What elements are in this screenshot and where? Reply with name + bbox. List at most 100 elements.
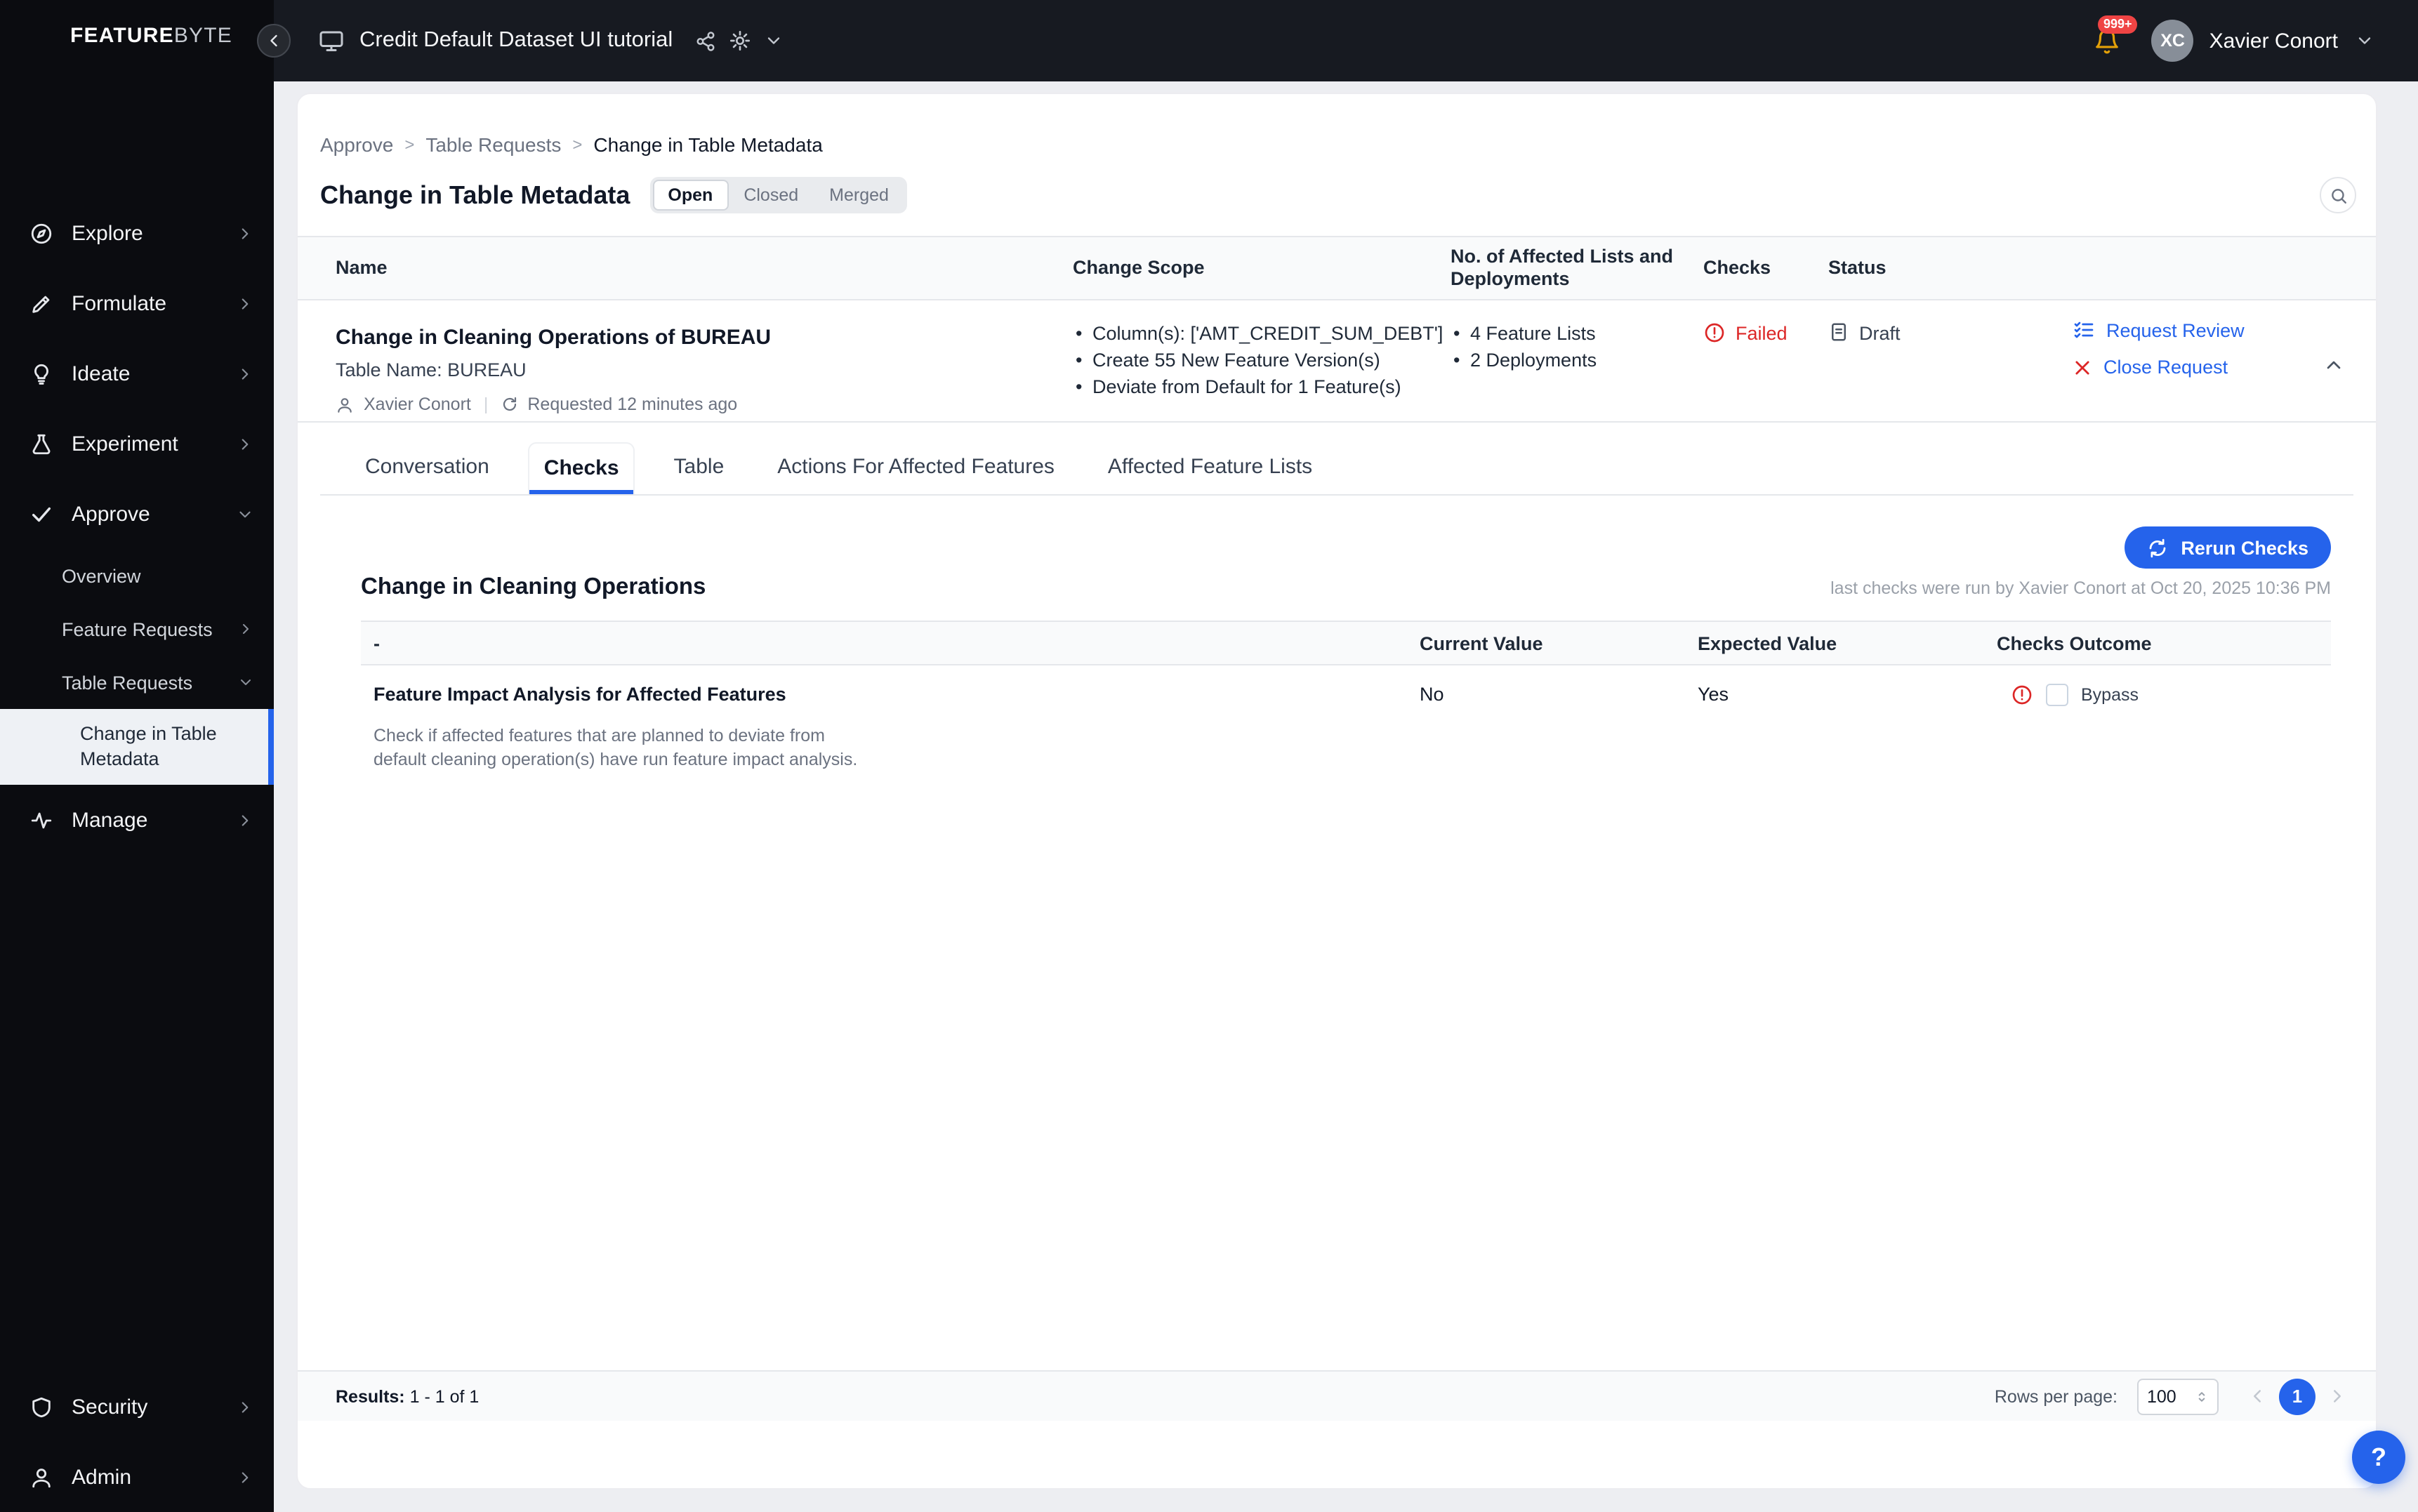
sidebar-item-security[interactable]: Security	[0, 1372, 274, 1442]
sidebar-item-label: Security	[72, 1395, 147, 1419]
chevron-right-icon	[236, 1468, 254, 1486]
sidebar-item-formulate[interactable]: Formulate	[0, 268, 274, 338]
sidebar-item-label: Formulate	[72, 291, 166, 315]
sidebar-collapse-button[interactable]	[257, 24, 291, 58]
sidebar-item-ideate[interactable]: Ideate	[0, 338, 274, 409]
bypass-label: Bypass	[2081, 685, 2139, 705]
sidebar-item-label: Admin	[72, 1465, 131, 1489]
chevron-down-icon	[237, 674, 254, 691]
sidebar-item-experiment[interactable]: Experiment	[0, 409, 274, 479]
breadcrumb-table-requests[interactable]: Table Requests	[425, 133, 561, 156]
request-title[interactable]: Change in Cleaning Operations of BUREAU	[336, 326, 1045, 350]
tab-table[interactable]: Table	[660, 442, 739, 494]
pencil-icon	[29, 291, 53, 315]
chevron-right-icon	[236, 294, 254, 312]
affected-list: 4 Feature Lists 2 Deployments	[1451, 300, 1703, 421]
chevron-up-icon	[2323, 354, 2345, 376]
sidebar-subitem-label: Feature Requests	[62, 618, 213, 639]
affected-item: 4 Feature Lists	[1451, 320, 1703, 347]
error-circle-icon	[1703, 321, 1726, 344]
check-name-cell: Feature Impact Analysis for Affected Fea…	[361, 684, 1420, 772]
request-table-name: Table Name: BUREAU	[336, 359, 1045, 380]
check-icon	[29, 502, 53, 526]
sidebar-item-table-requests[interactable]: Table Requests	[0, 656, 274, 709]
sidebar-item-change-in-table-metadata[interactable]: Change in Table Metadata	[0, 709, 274, 785]
meta-divider: |	[484, 394, 489, 414]
sidebar-bottom: Security Admin	[0, 1372, 274, 1512]
expected-value: Yes	[1698, 684, 1997, 772]
avatar[interactable]: XC	[2152, 20, 2194, 62]
compass-icon	[29, 221, 53, 245]
help-button[interactable]: ?	[2352, 1431, 2405, 1484]
rerun-checks-button[interactable]: Rerun Checks	[2125, 526, 2331, 569]
sidebar-item-overview[interactable]: Overview	[0, 549, 274, 602]
results-count: Results: 1 - 1 of 1	[336, 1386, 479, 1406]
pagination: 1	[2247, 1378, 2348, 1414]
status-badge: Draft	[1859, 321, 1901, 345]
row-collapse-button[interactable]	[2323, 354, 2345, 376]
gear-icon[interactable]	[729, 29, 751, 52]
status-filter: Open Closed Merged	[649, 177, 907, 213]
check-description: Check if affected features that are plan…	[374, 724, 865, 772]
request-review-button[interactable]: Request Review	[2073, 319, 2376, 341]
sidebar-item-manage[interactable]: Manage	[0, 785, 274, 855]
request-row: Change in Cleaning Operations of BUREAU …	[298, 300, 2376, 423]
status-cell: Draft	[1828, 300, 2073, 421]
rows-per-page-select[interactable]: 100	[2137, 1378, 2219, 1414]
page-1-button[interactable]: 1	[2279, 1378, 2315, 1414]
checks-panel: Rerun Checks Change in Cleaning Operatio…	[298, 526, 2376, 772]
user-name: Xavier Conort	[2209, 29, 2338, 53]
stepper-icon	[2195, 1389, 2209, 1403]
breadcrumb: Approve > Table Requests > Change in Tab…	[298, 94, 2376, 156]
checks-cell: Failed	[1703, 300, 1828, 421]
share-icon[interactable]	[695, 30, 716, 51]
content-card: Approve > Table Requests > Change in Tab…	[296, 93, 2377, 1490]
brand-logo[interactable]: FEATUREBYTE	[25, 18, 232, 53]
tab-affected-feature-lists[interactable]: Affected Feature Lists	[1094, 442, 1326, 494]
sidebar-item-label: Approve	[72, 502, 150, 526]
checks-outcome-cell: Bypass	[1997, 684, 2331, 706]
search-button[interactable]	[2320, 177, 2356, 213]
notifications-button[interactable]: 999+	[2094, 27, 2121, 54]
x-icon	[2073, 357, 2092, 377]
notification-badge: 999+	[2098, 15, 2138, 33]
sidebar-item-label: Ideate	[72, 362, 130, 385]
check-name: Feature Impact Analysis for Affected Fea…	[374, 684, 1420, 705]
breadcrumb-separator: >	[572, 135, 582, 154]
filter-merged[interactable]: Merged	[814, 180, 904, 211]
project-chevron-down-icon[interactable]	[764, 31, 784, 51]
sidebar-item-admin[interactable]: Admin	[0, 1442, 274, 1512]
user-menu-chevron-down-icon[interactable]	[2355, 31, 2374, 51]
scope-item: Deviate from Default for 1 Feature(s)	[1073, 373, 1451, 400]
sidebar-nav: Explore Formulate Ideate Experiment Appr	[0, 198, 274, 855]
last-run-text: last checks were run by Xavier Conort at…	[1830, 578, 2331, 598]
prev-page-button[interactable]	[2247, 1386, 2268, 1407]
filter-open[interactable]: Open	[652, 180, 728, 211]
tab-checks[interactable]: Checks	[529, 442, 635, 494]
checklist-icon	[2073, 319, 2095, 341]
filter-closed[interactable]: Closed	[728, 180, 814, 211]
breadcrumb-approve[interactable]: Approve	[320, 133, 393, 156]
sidebar-item-feature-requests[interactable]: Feature Requests	[0, 602, 274, 656]
next-page-button[interactable]	[2327, 1386, 2348, 1407]
request-name-cell: Change in Cleaning Operations of BUREAU …	[298, 300, 1073, 421]
sidebar-subitem-label: Table Requests	[62, 672, 192, 693]
scope-item: Column(s): ['AMT_CREDIT_SUM_DEBT']	[1073, 320, 1451, 347]
sidebar-item-approve[interactable]: Approve	[0, 479, 274, 549]
requested-time: Requested 12 minutes ago	[527, 394, 737, 414]
draft-doc-icon	[1828, 321, 1849, 343]
column-checks: Checks	[1703, 237, 1828, 299]
requests-table-header: Name Change Scope No. of Affected Lists …	[298, 236, 2376, 300]
error-circle-icon	[2011, 684, 2033, 706]
column-affected: No. of Affected Lists and Deployments	[1451, 237, 1703, 299]
breadcrumb-separator: >	[404, 135, 414, 154]
tab-actions-for-affected-features[interactable]: Actions For Affected Features	[763, 442, 1069, 494]
checks-table-header: - Current Value Expected Value Checks Ou…	[361, 621, 2331, 665]
tab-conversation[interactable]: Conversation	[351, 442, 503, 494]
sidebar-item-explore[interactable]: Explore	[0, 198, 274, 268]
breadcrumb-current: Change in Table Metadata	[593, 133, 822, 156]
column-name: Name	[298, 237, 1073, 299]
bypass-checkbox[interactable]	[2046, 684, 2068, 706]
person-icon	[29, 1465, 53, 1489]
refresh-icon	[501, 396, 517, 413]
